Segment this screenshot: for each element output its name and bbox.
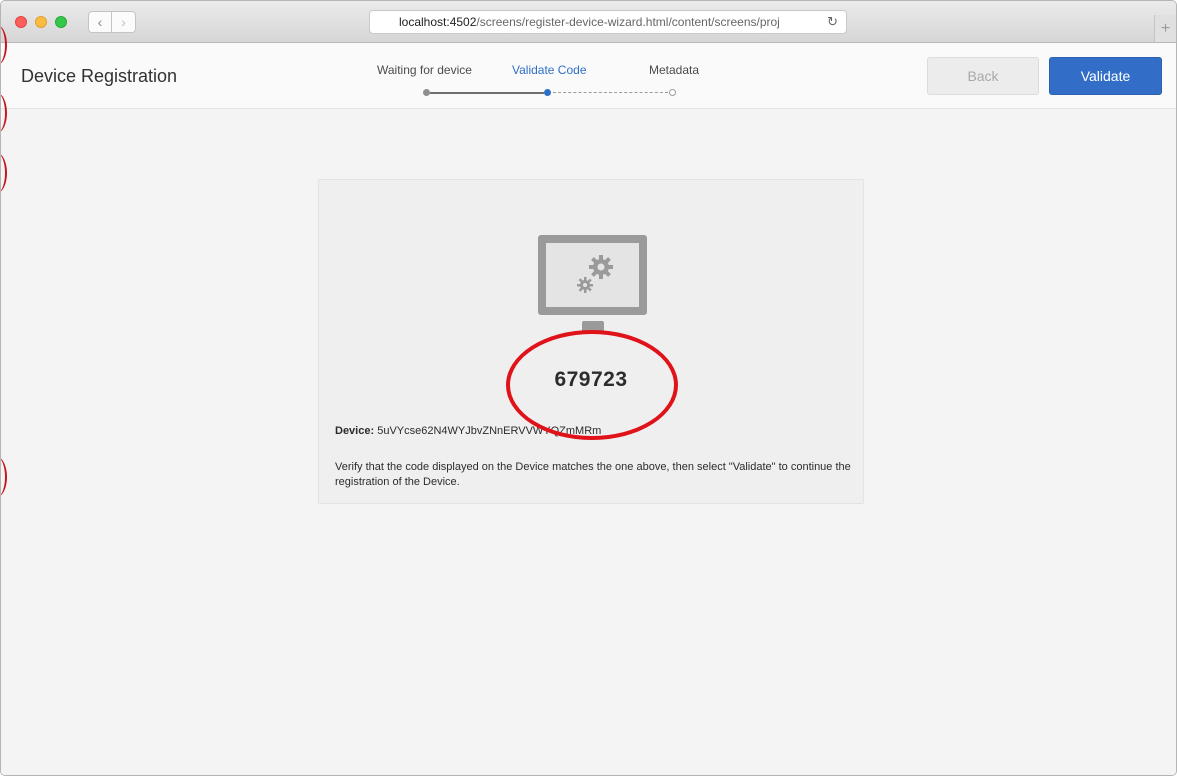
- reload-icon[interactable]: ↻: [827, 11, 838, 33]
- step-dot-todo: [669, 89, 676, 96]
- chevron-left-icon: ‹: [97, 14, 103, 30]
- history-nav: ‹ ›: [88, 11, 136, 33]
- browser-toolbar: ‹ › localhost:4502/screens/register-devi…: [1, 1, 1176, 43]
- validate-button[interactable]: Validate: [1049, 57, 1162, 95]
- annotation-circle: [506, 330, 678, 440]
- step-progress-track: [377, 89, 717, 97]
- url-host: localhost:4502: [399, 15, 477, 29]
- url-path: /screens/register-device-wizard.html/con…: [476, 15, 780, 29]
- window-controls: [15, 16, 67, 28]
- browser-window: ‹ › localhost:4502/screens/register-devi…: [0, 0, 1177, 776]
- minimize-window-button[interactable]: [35, 16, 47, 28]
- close-window-button[interactable]: [15, 16, 27, 28]
- step-line-pending: [553, 92, 668, 93]
- address-bar[interactable]: localhost:4502/screens/register-device-w…: [369, 10, 847, 34]
- step-dot-current: [544, 89, 551, 96]
- wizard-header: Device Registration Waiting for device V…: [1, 43, 1176, 109]
- forward-nav-button[interactable]: ›: [112, 11, 136, 33]
- main-content: 679723 Device: 5uVYcse62N4WYJbvZNnERVVWY…: [1, 109, 1176, 775]
- instructions-text: Verify that the code displayed on the De…: [335, 461, 851, 488]
- new-tab-button[interactable]: +: [1154, 15, 1176, 42]
- step-validate-code: Validate Code: [512, 63, 587, 77]
- step-line-complete: [430, 92, 544, 94]
- chevron-right-icon: ›: [121, 14, 126, 30]
- zoom-window-button[interactable]: [55, 16, 67, 28]
- back-button[interactable]: Back: [927, 57, 1039, 95]
- monitor-gears-icon: [538, 235, 647, 333]
- plus-icon: +: [1160, 19, 1171, 37]
- step-metadata: Metadata: [649, 63, 700, 77]
- wizard-steps: Waiting for device Validate Code Metadat…: [377, 63, 717, 97]
- back-nav-button[interactable]: ‹: [88, 11, 112, 33]
- step-dot-done: [423, 89, 430, 96]
- device-label: Device:: [335, 425, 375, 437]
- step-waiting-for-device: Waiting for device: [377, 63, 472, 77]
- page-title: Device Registration: [21, 66, 178, 86]
